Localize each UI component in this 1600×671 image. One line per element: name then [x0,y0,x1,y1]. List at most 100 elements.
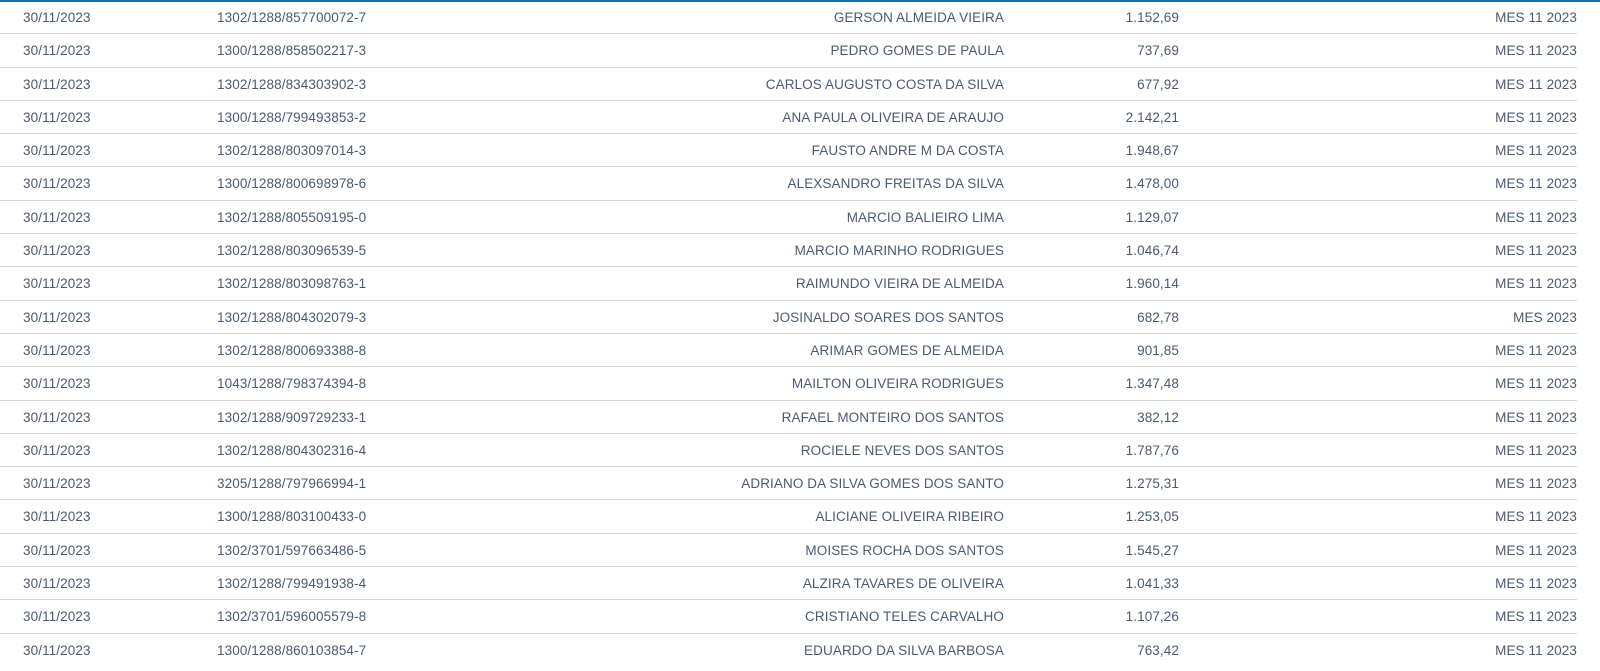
reference-cell: 1300/1288/858502217-3 [217,43,367,59]
table-row[interactable]: 30/11/2023 1300/1288/858502217-3 PEDRO GOM… [0,34,1577,68]
date-cell: 30/11/2023 [23,476,91,492]
table-row[interactable]: 30/11/2023 1302/3701/597663486-5 MOISES RO… [0,534,1577,568]
period-cell: MES 11 2023 [1495,109,1577,125]
amount-cell: 1.478,00 [1125,176,1179,192]
amount-cell: 1.129,07 [1125,209,1179,225]
period-cell: MES 11 2023 [1495,376,1577,392]
table-row[interactable]: 30/11/2023 1302/1288/805509195-0 MARCIO BA… [0,201,1577,235]
amount-cell: 1.253,05 [1125,509,1179,525]
reference-cell: 1302/1288/909729233-1 [217,409,367,425]
reference-cell: 1302/1288/803097014-3 [217,143,367,159]
amount-cell: 1.347,48 [1125,376,1179,392]
reference-cell: 1302/1288/834303902-3 [217,76,367,92]
amount-cell: 1.948,67 [1125,143,1179,159]
period-cell: MES 11 2023 [1495,509,1577,525]
date-cell: 30/11/2023 [23,576,91,592]
table-row[interactable]: 30/11/2023 1302/3701/596005579-8 CRISTIANO… [0,600,1577,634]
name-cell: GERSON ALMEIDA VIEIRA [833,10,1004,25]
reference-cell: 1302/3701/597663486-5 [217,542,367,558]
reference-cell: 1300/1288/803100433-0 [217,509,367,525]
amount-cell: 2.142,21 [1125,109,1179,125]
period-cell: MES 11 2023 [1495,143,1577,159]
date-cell: 30/11/2023 [23,342,91,358]
period-cell: MES 11 2023 [1495,43,1577,59]
name-cell: ANA PAULA OLIVEIRA DE ARAUJO [782,109,1004,125]
date-cell: 30/11/2023 [23,109,91,125]
table-row[interactable]: 30/11/2023 1302/1288/803098763-1 RAIMUNDO … [0,267,1577,301]
date-cell: 30/11/2023 [23,309,91,325]
date-cell: 30/11/2023 [23,276,91,292]
date-cell: 30/11/2023 [23,542,91,558]
table-row[interactable]: 30/11/2023 1300/1288/799493853-2 ANA PAULA… [0,101,1577,135]
amount-cell: 763,42 [1137,642,1179,658]
period-cell: MES 11 2023 [1495,10,1577,25]
table-row[interactable]: 30/11/2023 1300/1288/800698978-6 ALEXSANDR… [0,167,1577,201]
name-cell: PEDRO GOMES DE PAULA [830,43,1004,59]
date-cell: 30/11/2023 [23,442,91,458]
period-cell: MES 11 2023 [1495,542,1577,558]
name-cell: ALEXSANDRO FREITAS DA SILVA [787,176,1004,192]
period-cell: MES 11 2023 [1495,243,1577,259]
amount-cell: 1.275,31 [1125,476,1179,492]
name-cell: ADRIANO DA SILVA GOMES DOS SANTO [741,476,1004,492]
amount-cell: 1.107,26 [1125,609,1179,625]
amount-cell: 1.152,69 [1125,10,1179,25]
reference-cell: 1302/1288/805509195-0 [217,209,367,225]
reference-cell: 1300/1288/860103854-7 [217,642,367,658]
date-cell: 30/11/2023 [23,10,91,25]
table-row[interactable]: 30/11/2023 1302/1288/803096539-5 MARCIO MA… [0,234,1577,268]
table-row[interactable]: 30/11/2023 1302/1288/799491938-4 ALZIRA TA… [0,567,1577,601]
date-cell: 30/11/2023 [23,409,91,425]
period-cell: MES 11 2023 [1495,176,1577,192]
date-cell: 30/11/2023 [23,642,91,658]
amount-cell: 1.960,14 [1125,276,1179,292]
table-row[interactable]: 30/11/2023 1302/1288/804302316-4 ROCIELE N… [0,434,1577,468]
name-cell: EDUARDO DA SILVA BARBOSA [804,642,1004,658]
reference-cell: 1302/1288/799491938-4 [217,576,367,592]
date-cell: 30/11/2023 [23,43,91,59]
period-cell: MES 11 2023 [1495,576,1577,592]
date-cell: 30/11/2023 [23,176,91,192]
table-row[interactable]: 30/11/2023 3205/1288/797966994-1 ADRIANO D… [0,467,1577,501]
period-cell: MES 11 2023 [1495,276,1577,292]
name-cell: MOISES ROCHA DOS SANTOS [805,542,1004,558]
table-row[interactable]: 30/11/2023 1043/1288/798374394-8 MAILTON O… [0,367,1577,401]
table-row[interactable]: 30/11/2023 1302/1288/857700072-7 GERSON AL… [0,1,1577,35]
name-cell: JOSINALDO SOARES DOS SANTOS [772,309,1004,325]
name-cell: ARIMAR GOMES DE ALMEIDA [810,342,1004,358]
reference-cell: 1302/1288/803098763-1 [217,276,367,292]
reference-cell: 1300/1288/800698978-6 [217,176,367,192]
date-cell: 30/11/2023 [23,509,91,525]
reference-cell: 1302/1288/857700072-7 [217,10,367,25]
name-cell: MARCIO BALIEIRO LIMA [846,209,1004,225]
amount-cell: 1.046,74 [1125,243,1179,259]
table-row[interactable]: 30/11/2023 1302/1288/834303902-3 CARLOS AU… [0,68,1577,101]
date-cell: 30/11/2023 [23,209,91,225]
name-cell: ALICIANE OLIVEIRA RIBEIRO [815,509,1004,525]
period-cell: MES 11 2023 [1495,476,1577,492]
reference-cell: 1302/1288/804302079-3 [217,309,367,325]
table-row[interactable]: 30/11/2023 1300/1288/860103854-7 EDUARDO D… [0,634,1577,667]
period-cell: MES 2023 [1513,309,1577,325]
amount-cell: 1.787,76 [1125,442,1179,458]
table-row[interactable]: 30/11/2023 1302/1288/804302079-3 JOSINALDO… [0,301,1577,334]
reference-cell: 1302/1288/803096539-5 [217,243,367,259]
name-cell: ALZIRA TAVARES DE OLIVEIRA [802,576,1004,592]
date-cell: 30/11/2023 [23,243,91,259]
amount-cell: 737,69 [1137,43,1179,59]
table-row[interactable]: 30/11/2023 1300/1288/803100433-0 ALICIANE … [0,500,1577,534]
table-row[interactable]: 30/11/2023 1302/1288/800693388-8 ARIMAR GO… [0,334,1577,368]
reference-cell: 1043/1288/798374394-8 [217,376,367,392]
name-cell: CRISTIANO TELES CARVALHO [805,609,1004,625]
period-cell: MES 11 2023 [1495,442,1577,458]
table-row[interactable]: 30/11/2023 1302/1288/803097014-3 FAUSTO AN… [0,134,1577,168]
amount-cell: 677,92 [1137,76,1179,92]
date-cell: 30/11/2023 [23,376,91,392]
name-cell: MAILTON OLIVEIRA RODRIGUES [791,376,1004,392]
reference-cell: 3205/1288/797966994-1 [217,476,367,492]
name-cell: RAIMUNDO VIEIRA DE ALMEIDA [795,276,1004,292]
date-cell: 30/11/2023 [23,609,91,625]
period-cell: MES 11 2023 [1495,609,1577,625]
transactions-table: 30/11/2023 1302/1288/857700072-7 GERSON AL… [0,1,1577,667]
table-row[interactable]: 30/11/2023 1302/1288/909729233-1 RAFAEL MO… [0,401,1577,434]
